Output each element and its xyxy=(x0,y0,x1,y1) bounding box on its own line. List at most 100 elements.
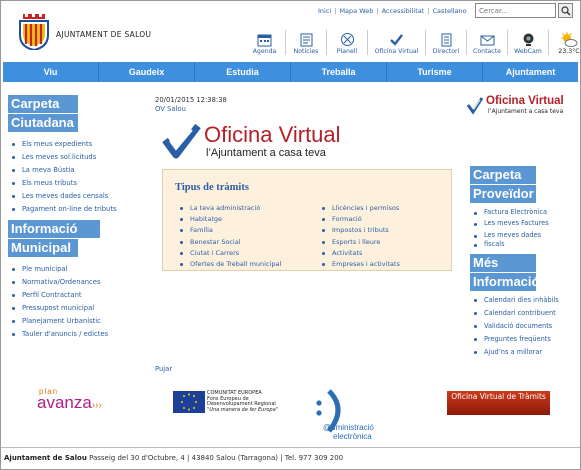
menu-item[interactable]: Ple municipal xyxy=(10,263,132,276)
top-links: Inici | Mapa Web | Accessibilitat | Castellano xyxy=(318,7,467,15)
left-sidebar: Carpeta Ciutadana Els meus expedients Le… xyxy=(8,95,132,345)
quick-icon-bar: Agenda Notícies Planell Oficina Virtual … xyxy=(244,30,581,55)
carpeta-ciutadana-menu: Els meus expedients Les meves sol.licitu… xyxy=(10,138,132,216)
tramits-panel: Tipus de tràmits La teva administració H… xyxy=(162,169,452,271)
footer: Ajuntament de Salou Passeig del 30 d'Oct… xyxy=(1,447,580,469)
menu-item[interactable]: Els meus expedients xyxy=(10,138,132,151)
back-to-top-link[interactable]: Pujar xyxy=(155,365,172,373)
menu-item[interactable]: Els meus tributs xyxy=(10,177,132,190)
menu-item[interactable]: Pressupost municipal xyxy=(10,302,132,315)
informacio-municipal-menu: Ple municipal Normativa/Ordenances Perfi… xyxy=(10,263,132,341)
menu-item[interactable]: Ajud’ns a millorar xyxy=(472,346,580,359)
quick-agenda[interactable]: Agenda xyxy=(244,30,285,55)
footer-address: Passeig del 30 d'Octubre, 4 | 43840 Salo… xyxy=(89,454,344,462)
tramit-link[interactable]: Esports i lleure xyxy=(320,237,400,248)
tramits-list-col1: La teva administració Habitatge Família … xyxy=(178,203,281,270)
weather-icon xyxy=(561,32,578,47)
link-accessibilitat[interactable]: Accessibilitat xyxy=(382,7,425,15)
session-stamp: 20/01/2015 12:38:38 OV Salou xyxy=(155,96,227,114)
quick-contacte[interactable]: Contacte xyxy=(466,30,507,55)
menu-item[interactable]: Les meves dades censals xyxy=(10,190,132,203)
link-mapa-web[interactable]: Mapa Web xyxy=(339,7,373,15)
menu-item[interactable]: Factura Electrònica xyxy=(472,207,580,218)
checkmark-icon xyxy=(390,34,403,46)
quick-planell[interactable]: Planell xyxy=(326,30,367,55)
nav-viu[interactable]: Viu xyxy=(3,62,99,82)
partner-logos: plan avanza››› COMUNITAT EUROPEA Fons Eu… xyxy=(0,385,581,441)
plan-avanza-logo[interactable]: plan avanza››› xyxy=(37,387,102,413)
calendar-icon xyxy=(257,34,272,47)
tramit-link[interactable]: La teva administració xyxy=(178,203,281,214)
nav-treballa[interactable]: Treballa xyxy=(291,62,387,82)
site-brand[interactable]: AJUNTAMENT DE SALOU xyxy=(56,30,151,39)
menu-item[interactable]: Calendari dies inhàbils xyxy=(472,294,580,307)
quick-weather: 23.3°C xyxy=(548,30,581,55)
plan-avanza-big: avanza xyxy=(37,393,92,412)
menu-item[interactable]: Perfil Contractant xyxy=(10,289,132,302)
right-sidebar: Carpeta Proveïdor Factura Electrònica Le… xyxy=(470,166,580,363)
oficina-virtual-tramits-banner[interactable]: Oficina Virtual de Tràmits xyxy=(447,391,550,415)
menu-item[interactable]: La meva Bústia xyxy=(10,164,132,177)
eu-flag-icon xyxy=(173,391,205,413)
nav-turisme[interactable]: Turisme xyxy=(387,62,483,82)
menu-item[interactable]: Les meves Factures xyxy=(472,218,580,229)
quick-webcam[interactable]: WebCam xyxy=(507,30,548,55)
tramit-link[interactable]: Empreses i activitats xyxy=(320,259,400,270)
tramits-title: Tipus de tràmits xyxy=(175,182,249,193)
tramit-link[interactable]: Família xyxy=(178,225,281,236)
link-castellano[interactable]: Castellano xyxy=(432,7,466,15)
tramit-link[interactable]: Habitatge xyxy=(178,214,281,225)
quick-noticies[interactable]: Notícies xyxy=(285,30,326,55)
carpeta-ciutadana-title-line2: Ciutadana xyxy=(8,114,78,132)
ov-small-subtitle: l’Ajuntament a casa teva xyxy=(488,108,564,115)
carpeta-proveidor-menu: Factura Electrònica Les meves Factures L… xyxy=(472,207,580,250)
quick-directori[interactable]: Directori xyxy=(425,30,466,55)
search-input[interactable] xyxy=(475,3,556,18)
menu-item[interactable]: Planejament Urbanístic xyxy=(10,315,132,328)
tramit-link[interactable]: Ciutat i Carrers xyxy=(178,248,281,259)
informacio-municipal-title-line1: Informació xyxy=(8,220,100,238)
menu-item[interactable]: Normativa/Ordenances xyxy=(10,276,132,289)
footer-name: Ajuntament de Salou xyxy=(4,454,87,462)
mes-informacio-menu: Calendari dies inhàbils Calendari contri… xyxy=(472,294,580,359)
nav-estudia[interactable]: Estudia xyxy=(195,62,291,82)
ov-small-title: Oficina Virtual xyxy=(486,95,564,107)
admin-line2: electrònica xyxy=(333,432,372,441)
oficina-virtual-logo-small[interactable]: Oficina Virtual l’Ajuntament a casa teva xyxy=(466,95,564,119)
tramit-link[interactable]: Llicències i permisos xyxy=(320,203,400,214)
tramit-link[interactable]: Impostos i tributs xyxy=(320,225,400,236)
main-nav: Viu Gaudeix Estudia Treballa Turisme Aju… xyxy=(3,62,578,82)
directory-icon xyxy=(441,33,451,47)
ov-salou-link[interactable]: OV Salou xyxy=(155,105,227,114)
carpeta-proveidor-title-line2: Proveïdor xyxy=(470,185,536,203)
map-icon xyxy=(340,33,354,46)
tramit-link[interactable]: Benestar Social xyxy=(178,237,281,248)
quick-oficina-virtual[interactable]: Oficina Virtual xyxy=(367,30,425,55)
plan-avanza-arrows: ››› xyxy=(91,400,102,411)
tramit-link[interactable]: Activitats xyxy=(320,248,400,259)
datetime: 20/01/2015 12:38:38 xyxy=(155,96,227,104)
mes-informacio-title-line1: Més xyxy=(470,254,536,273)
tramit-link[interactable]: Formació xyxy=(320,214,400,225)
link-inici[interactable]: Inici xyxy=(318,7,331,15)
tramits-list-col2: Llicències i permisos Formació Impostos … xyxy=(320,203,400,270)
menu-item-continuation[interactable]: fiscals xyxy=(472,239,580,250)
ov-big-subtitle: l’Ajuntament a casa teva xyxy=(206,147,326,159)
menu-item[interactable]: Les meves sol.licituds xyxy=(10,151,132,164)
menu-item[interactable]: Tauler d'anuncis / edictes xyxy=(10,328,132,341)
menu-item[interactable]: Preguntes freqüents xyxy=(472,333,580,346)
carpeta-proveidor-title-line1: Carpeta xyxy=(470,166,536,184)
tramit-link[interactable]: Ofertes de Treball municipal xyxy=(178,259,281,270)
webcam-icon xyxy=(523,33,533,46)
search-icon xyxy=(560,5,570,15)
nav-gaudeix[interactable]: Gaudeix xyxy=(99,62,195,82)
menu-item[interactable]: Calendari contribuent xyxy=(472,307,580,320)
salou-shield-logo[interactable] xyxy=(17,14,51,52)
nav-ajuntament[interactable]: Ajuntament xyxy=(483,62,578,82)
search-button[interactable] xyxy=(558,3,573,18)
eu-feder-logo[interactable]: COMUNITAT EUROPEA Fons Europeu de Desenv… xyxy=(173,390,283,415)
menu-item[interactable]: Validació documents xyxy=(472,320,580,333)
eu-line4: "Una manera de fer Europa" xyxy=(207,406,278,413)
menu-item[interactable]: Pagament on-line de tributs xyxy=(10,203,132,216)
admin-line1: @dministració xyxy=(323,423,374,432)
